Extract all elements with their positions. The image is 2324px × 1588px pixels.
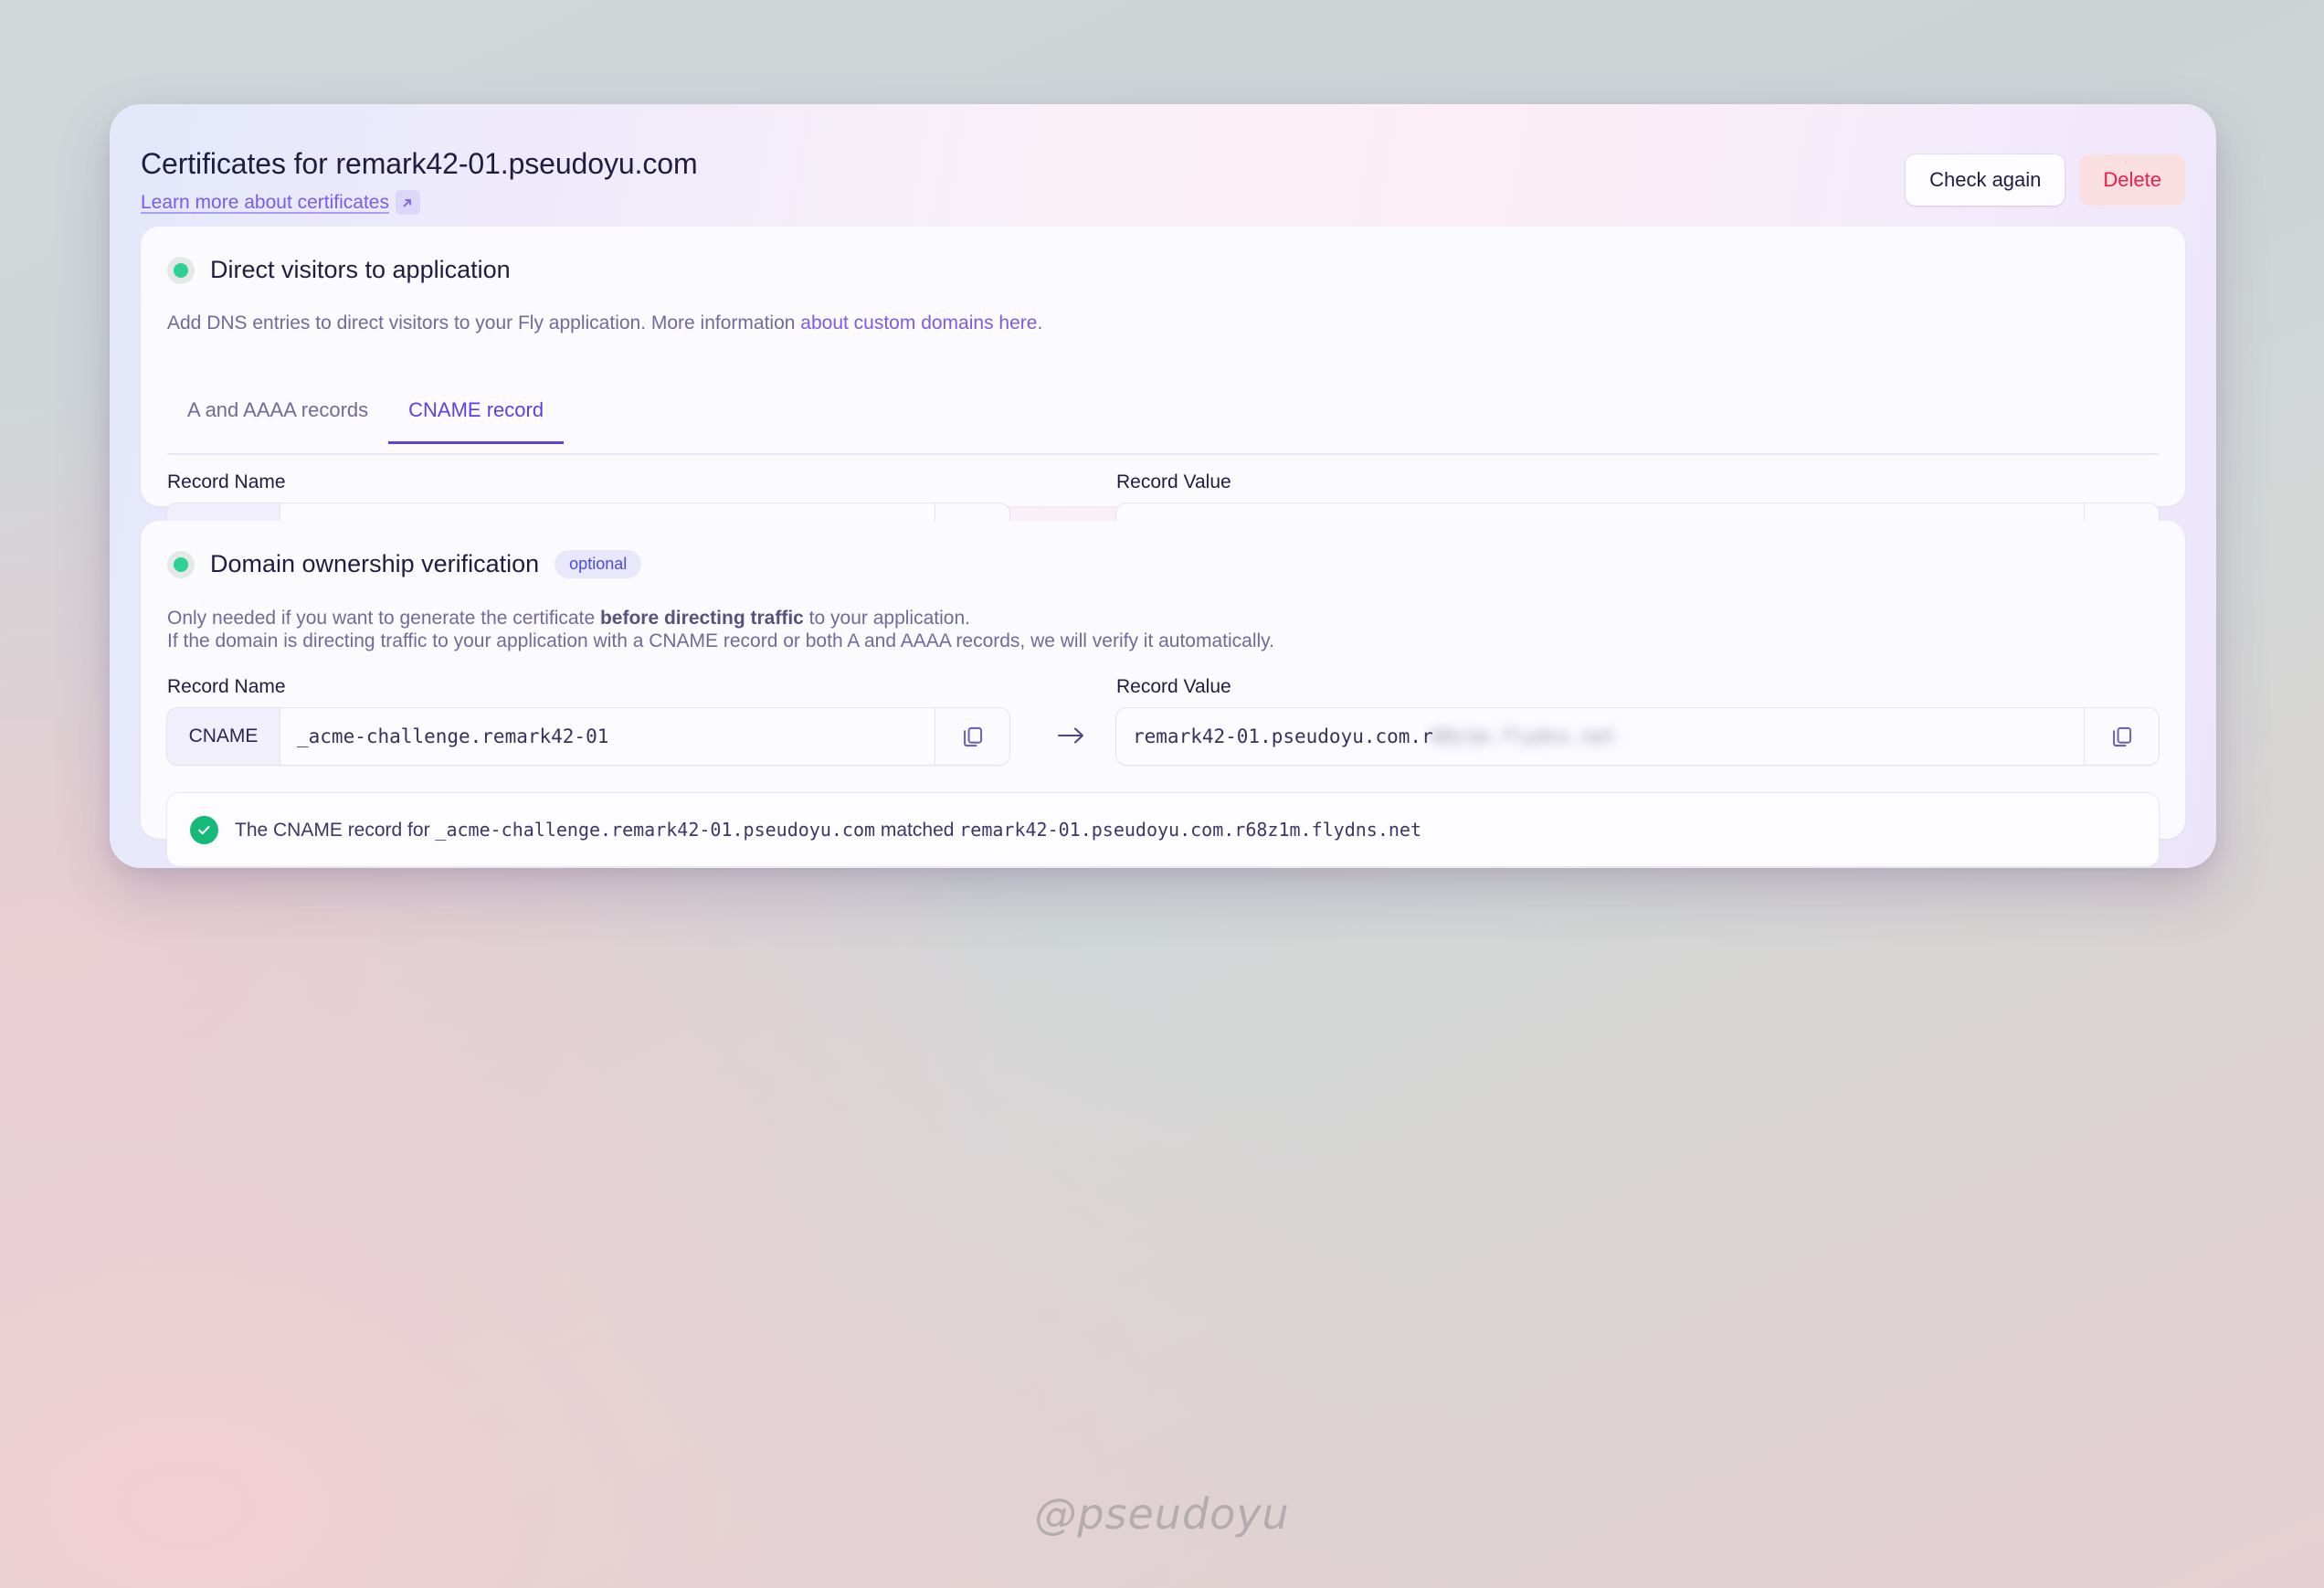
record-name-input-group: CNAME _acme-challenge.remark42-01 bbox=[167, 708, 1009, 765]
desc-text-suffix: . bbox=[1037, 312, 1043, 333]
record-name-input[interactable]: _acme-challenge.remark42-01 bbox=[280, 708, 935, 765]
check-again-button[interactable]: Check again bbox=[1906, 154, 2065, 206]
record-type-chip: CNAME bbox=[167, 708, 280, 765]
copy-icon[interactable] bbox=[935, 708, 1009, 765]
check-circle-icon bbox=[190, 815, 218, 844]
delete-button[interactable]: Delete bbox=[2079, 154, 2185, 206]
section-domain-ownership-verification: Domain ownership verification optional O… bbox=[141, 521, 2185, 866]
section-verify-title: Domain ownership verification bbox=[210, 550, 540, 577]
copy-icon[interactable] bbox=[2084, 708, 2159, 765]
section-direct-description: Add DNS entries to direct visitors to yo… bbox=[167, 312, 1042, 335]
section-verify-description-line2: If the domain is directing traffic to yo… bbox=[167, 630, 1274, 651]
tab-cname-record[interactable]: CNAME record bbox=[388, 393, 564, 444]
learn-more-link[interactable]: Learn more about certificates bbox=[141, 190, 420, 215]
record-name-label: Record Name bbox=[167, 471, 286, 492]
section-verify-description-line1: Only needed if you want to generate the … bbox=[167, 608, 970, 630]
card-header: Certificates for remark42-01.pseudoyu.co… bbox=[110, 104, 2216, 225]
record-value-visible: remark42-01.pseudoyu.com.r bbox=[1133, 725, 1433, 747]
record-row-verify: Record Name CNAME _acme-challenge.remark… bbox=[167, 676, 2159, 777]
tab-a-aaaa-records[interactable]: A and AAAA records bbox=[167, 393, 388, 442]
cname-match-banner: The CNAME record for _acme-challenge.rem… bbox=[167, 793, 2159, 866]
section-direct-header: Direct visitors to application bbox=[167, 256, 511, 284]
watermark: @pseudoyu bbox=[1034, 1489, 1290, 1539]
record-value-input-group: remark42-01.pseudoyu.com.r 68z1m.flydns.n… bbox=[1116, 708, 2159, 765]
record-value-label: Record Value bbox=[1116, 471, 1231, 492]
match-text-b: matched bbox=[875, 819, 960, 841]
match-mono-a: _acme-challenge.remark42-01.pseudoyu.com bbox=[435, 818, 876, 841]
record-value-redacted: 68z1m.flydns.net bbox=[1431, 725, 1617, 747]
desc-text-prefix: Add DNS entries to direct visitors to yo… bbox=[167, 312, 801, 333]
optional-badge: optional bbox=[555, 550, 642, 578]
learn-more-label: Learn more about certificates bbox=[141, 191, 389, 213]
record-type-tabs: A and AAAA records CNAME record bbox=[167, 393, 2159, 455]
custom-domains-link[interactable]: about custom domains here bbox=[800, 312, 1037, 333]
header-actions: Check again Delete bbox=[1906, 154, 2185, 206]
verify-desc-b: to your application. bbox=[803, 608, 970, 629]
verify-desc-a: Only needed if you want to generate the … bbox=[167, 608, 600, 629]
page-title: Certificates for remark42-01.pseudoyu.co… bbox=[141, 147, 698, 180]
record-name-label: Record Name bbox=[167, 676, 286, 697]
match-mono-b: remark42-01.pseudoyu.com.r68z1m.flydns.n… bbox=[959, 818, 1421, 841]
section-verify-header: Domain ownership verification optional bbox=[167, 550, 642, 578]
record-name-column: Record Name CNAME _acme-challenge.remark… bbox=[167, 676, 1009, 765]
section-direct-visitors: Direct visitors to application Add DNS e… bbox=[141, 227, 2185, 560]
status-dot-icon bbox=[167, 256, 195, 284]
record-value-column: Record Value remark42-01.pseudoyu.com.r 6… bbox=[1116, 676, 2159, 765]
status-dot-icon bbox=[167, 550, 195, 578]
record-value-label: Record Value bbox=[1116, 676, 1231, 697]
match-banner-text: The CNAME record for _acme-challenge.rem… bbox=[235, 819, 1421, 842]
match-text-a: The CNAME record for bbox=[235, 819, 436, 841]
record-value-input[interactable]: remark42-01.pseudoyu.com.r 68z1m.flydns.n… bbox=[1116, 708, 2084, 765]
verify-desc-bold: before directing traffic bbox=[599, 608, 804, 629]
arrow-right-icon bbox=[1035, 725, 1108, 746]
section-direct-title: Direct visitors to application bbox=[210, 256, 511, 283]
external-link-icon bbox=[395, 190, 420, 215]
certificates-card: Certificates for remark42-01.pseudoyu.co… bbox=[110, 104, 2216, 868]
